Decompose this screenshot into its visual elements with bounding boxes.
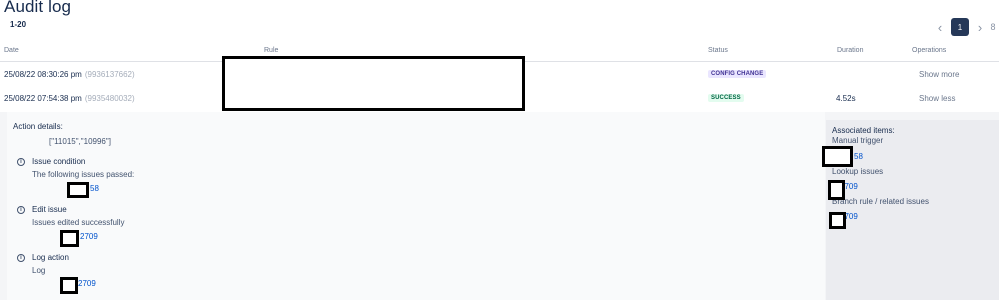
page-title: Audit log [4, 0, 72, 16]
action-title: Issue condition [32, 157, 86, 166]
redacted-issue-key [60, 277, 78, 294]
redacted-issue-key [828, 180, 845, 200]
associated-issue-link[interactable]: 58 [854, 152, 863, 161]
column-header-operations: Operations [912, 47, 947, 54]
issue-link[interactable]: 2709 [80, 232, 98, 241]
associated-group-label: Branch rule / related issues [832, 197, 929, 206]
redacted-issue-key [60, 230, 79, 247]
associated-group-label: Lookup issues [832, 167, 884, 176]
row-timestamp: 25/08/22 08:30:26 pm [4, 69, 82, 79]
row-execution-id: (9935480032) [84, 93, 135, 103]
redacted-rule-name [222, 56, 525, 111]
status-badge: CONFIG CHANGE [708, 70, 767, 78]
issue-link[interactable]: 58 [90, 184, 99, 193]
info-icon: i [17, 254, 25, 262]
row-status-cell: SUCCESS [708, 87, 744, 109]
row-duration: 4.52s [836, 93, 856, 103]
redacted-issue-key [822, 146, 853, 167]
info-icon: i [17, 206, 25, 214]
pagination: ‹ 1 › 8 [932, 18, 998, 36]
action-description: Issues edited successfully [32, 218, 125, 227]
action-details-ids: ["11015","10996"] [49, 137, 111, 146]
info-icon: i [17, 158, 25, 166]
associated-group-label: Manual trigger [832, 136, 884, 145]
page-button-last[interactable]: 8 [988, 18, 998, 36]
column-header-rule: Rule [264, 47, 279, 54]
row-execution-id: (9936137662) [84, 69, 135, 79]
column-header-status: Status [708, 47, 728, 54]
column-header-duration: Duration [837, 47, 864, 54]
action-description: The following issues passed: [32, 170, 135, 179]
details-panel: Action details: ["11015","10996"] i Issu… [0, 112, 999, 300]
issue-link[interactable]: 2709 [78, 279, 96, 288]
page-button-current[interactable]: 1 [951, 18, 969, 36]
action-title: Edit issue [32, 205, 67, 214]
chevron-left-icon[interactable]: ‹ [932, 18, 948, 36]
chevron-right-icon[interactable]: › [972, 18, 988, 36]
row-date-cell: 25/08/22 08:30:26 pm (9936137662) [4, 63, 135, 85]
status-badge: SUCCESS [708, 94, 744, 102]
action-title: Log action [32, 253, 69, 262]
show-more-button[interactable]: Show more [919, 63, 959, 85]
column-header-date: Date [4, 47, 19, 54]
result-range: 1-20 [10, 20, 27, 29]
show-less-button[interactable]: Show less [919, 87, 955, 109]
associated-items-heading: Associated items: [832, 126, 895, 135]
action-details-heading: Action details: [13, 122, 63, 131]
redacted-issue-key [829, 212, 846, 229]
row-timestamp: 25/08/22 07:54:38 pm [4, 93, 82, 103]
action-description: Log [32, 266, 46, 275]
row-status-cell: CONFIG CHANGE [708, 63, 767, 85]
row-date-cell: 25/08/22 07:54:38 pm (9935480032) [4, 87, 135, 109]
action-details-pane: Action details: ["11015","10996"] i Issu… [7, 112, 825, 300]
redacted-issue-key [67, 182, 89, 198]
